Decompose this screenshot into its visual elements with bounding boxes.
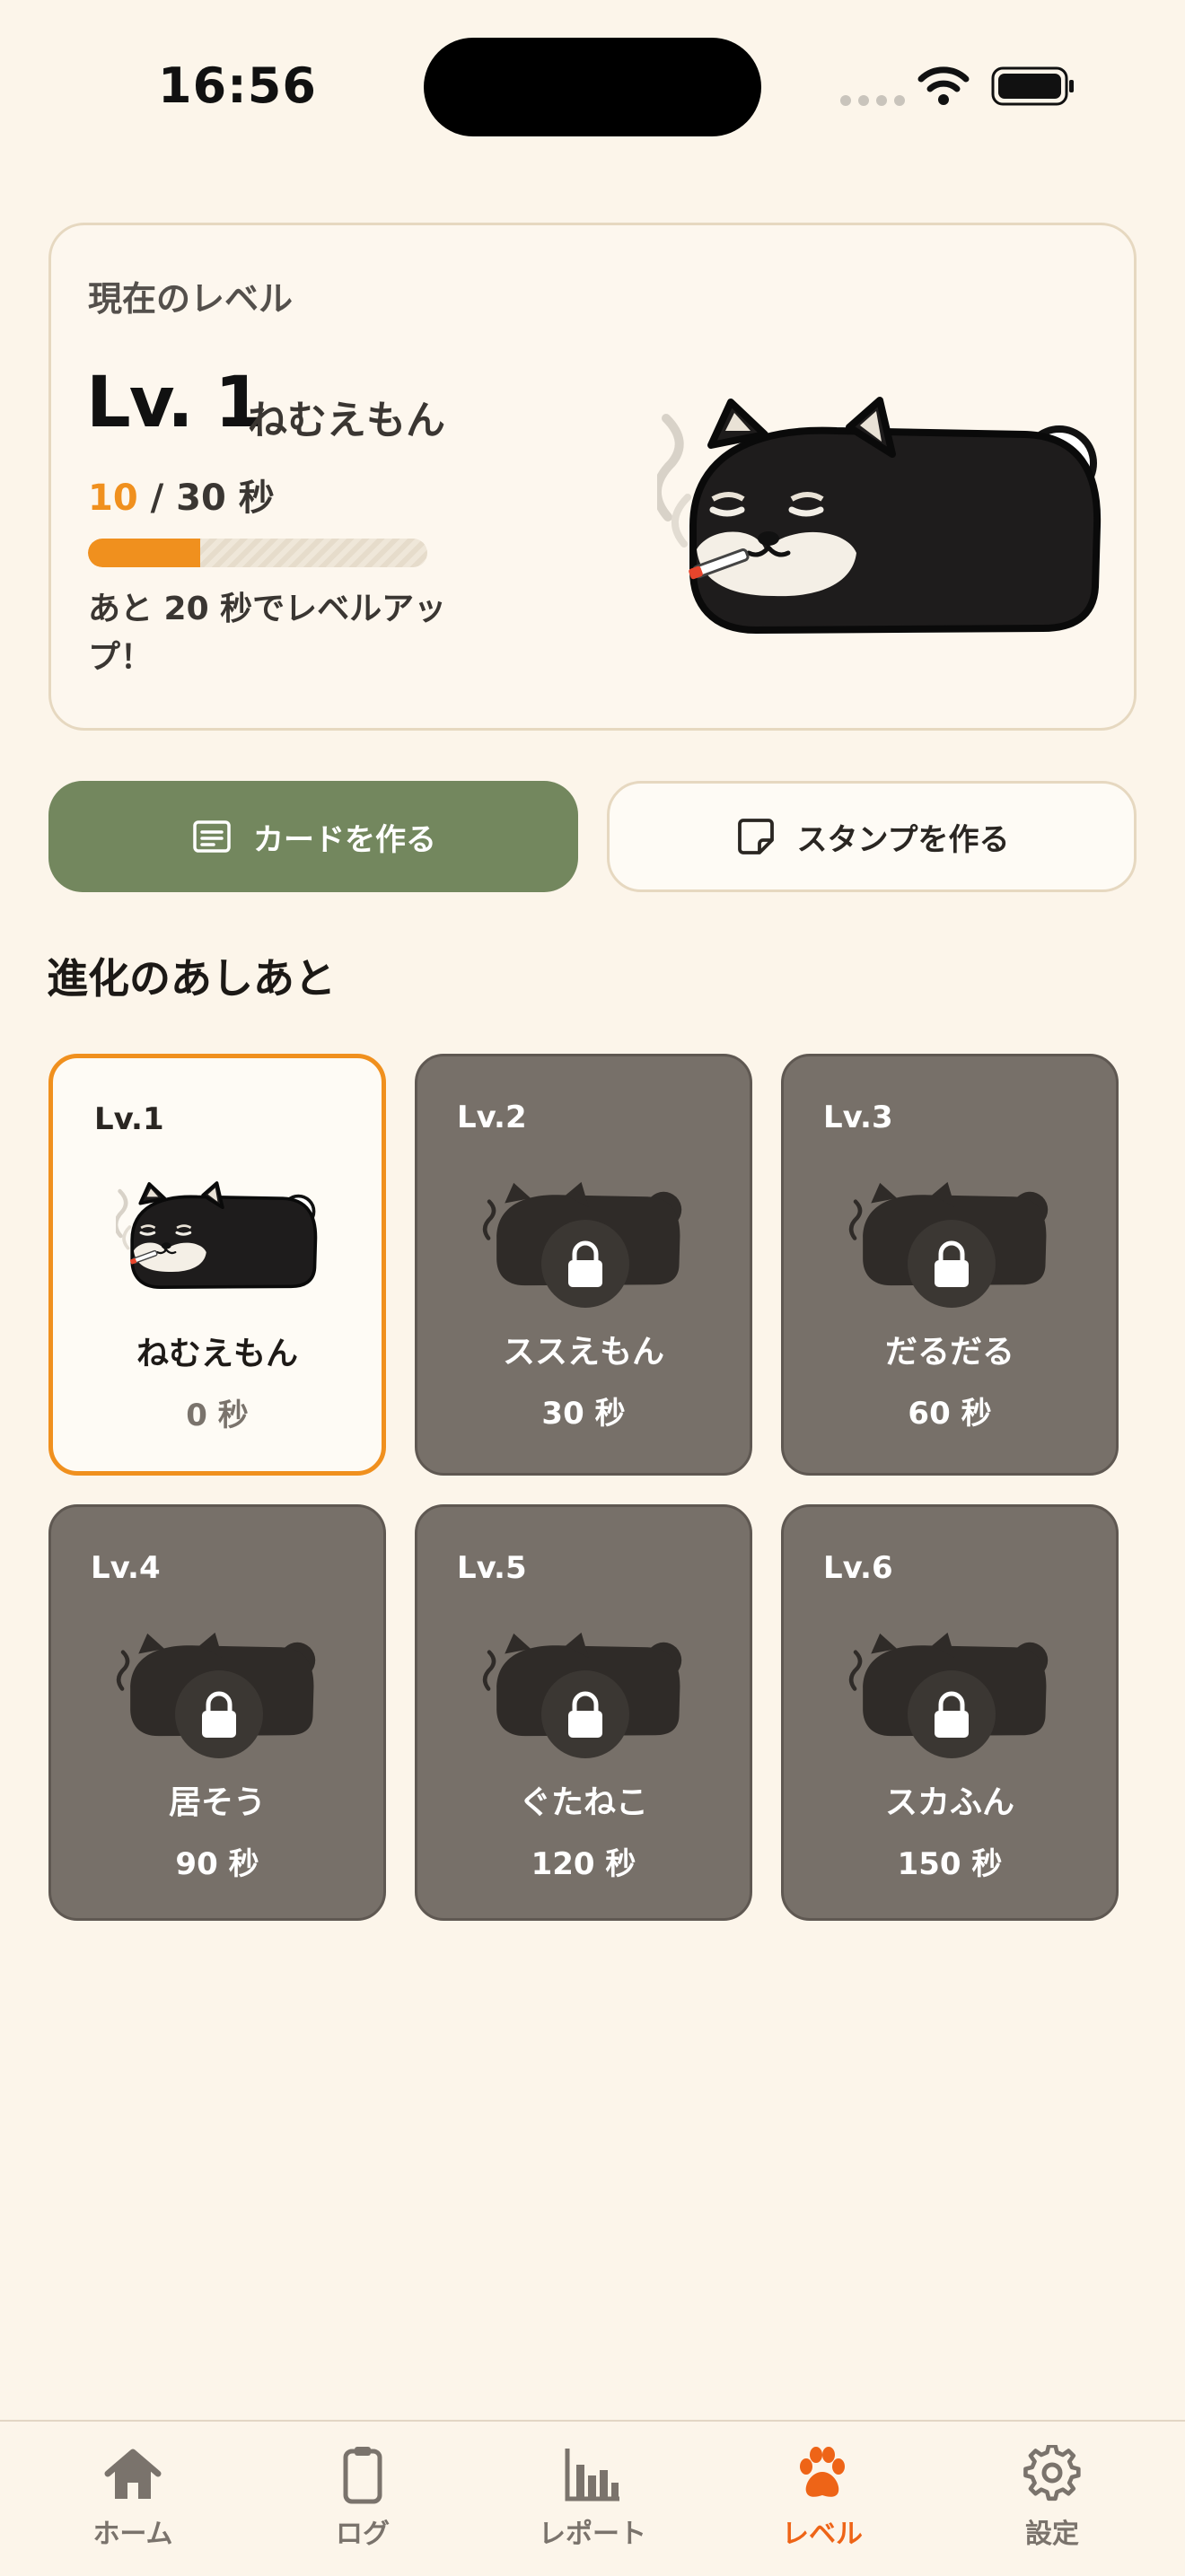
lock-icon [541,1220,629,1308]
make-card-label: カードを作る [253,821,436,858]
evolution-card-lv6[interactable]: Lv.6 スカふん 150 秒 [781,1504,1119,1921]
evolution-name: 居そう [168,1784,266,1821]
evolution-level: Lv.4 [91,1550,161,1586]
lock-icon [541,1670,629,1758]
sleepy-dog-character [657,391,1124,643]
evolution-level: Lv.3 [823,1100,893,1135]
wifi-icon [917,66,970,105]
tab-label: 設定 [1025,2519,1079,2550]
progress-total: / 30 秒 [137,478,275,519]
home-icon [104,2449,162,2499]
signal-icon [840,95,905,106]
current-level-label: 現在のレベル [88,279,294,319]
evolution-seconds: 90 秒 [175,1846,259,1882]
evolution-seconds: 0 秒 [186,1398,249,1433]
evolution-name: だるだる [884,1334,1014,1371]
make-card-button[interactable]: カードを作る [48,781,578,892]
evolution-name: ねむえもん [136,1336,298,1372]
lock-icon [175,1670,263,1758]
tab-level[interactable]: レベル [733,2445,912,2551]
lock-icon [908,1670,996,1758]
make-stamp-button[interactable]: スタンプを作る [607,781,1137,892]
tab-label: ホーム [92,2519,173,2550]
tab-label: レベル [782,2519,863,2550]
evolution-seconds: 150 秒 [897,1846,1003,1882]
evolution-seconds: 30 秒 [541,1396,626,1432]
bar-chart-icon [565,2449,619,2502]
level-progress-fill [88,539,200,567]
evolution-name: ぐたねこ [518,1784,648,1821]
gear-icon [1023,2445,1081,2502]
tab-label: ログ [336,2519,390,2550]
evolution-seconds: 60 秒 [908,1396,992,1432]
current-level-name: ねむえもん [248,398,445,443]
evolution-card-lv5[interactable]: Lv.5 ぐたねこ 120 秒 [415,1504,752,1921]
evolution-name: ススえもん [502,1334,664,1371]
level-progress-text: 10 / 30 秒 [88,469,275,521]
evolution-level: Lv.2 [457,1100,527,1135]
progress-current: 10 [88,478,138,519]
clipboard-icon [343,2447,382,2504]
level-progress-bar [88,539,427,567]
tab-label: レポート [539,2519,646,2550]
tab-home[interactable]: ホーム [43,2445,223,2551]
evolution-card-lv1[interactable]: Lv.1 ねむえもん 0 秒 [48,1054,386,1476]
dynamic-island [424,38,761,136]
evolution-name: スカふん [884,1784,1014,1821]
tab-settings[interactable]: 設定 [962,2445,1142,2551]
evolution-card-lv2[interactable]: Lv.2 ススえもん 30 秒 [415,1054,752,1476]
tab-log[interactable]: ログ [273,2445,452,2551]
evolution-level: Lv.5 [457,1550,527,1586]
evolution-card-lv4[interactable]: Lv.4 居そう 90 秒 [48,1504,386,1921]
evolution-card-lv3[interactable]: Lv.3 だるだる 60 秒 [781,1054,1119,1476]
status-time: 16:56 [158,57,317,114]
battery-icon [991,66,1074,106]
current-level-number: Lv. 1 [86,363,263,443]
evolution-seconds: 120 秒 [531,1846,636,1882]
level-up-remaining-text: あと 20 秒でレベルアップ！ [88,591,447,676]
tab-report[interactable]: レポート [503,2445,682,2551]
evolution-level: Lv.6 [823,1550,893,1586]
sticker-icon [737,819,774,854]
evolution-level: Lv.1 [94,1101,164,1137]
paw-icon [800,2447,845,2497]
dog-character-icon [116,1173,328,1299]
evolution-section-title: 進化のあしあと [47,954,336,1003]
make-stamp-label: スタンプを作る [796,821,1010,858]
card-icon [193,820,231,853]
lock-icon [908,1220,996,1308]
